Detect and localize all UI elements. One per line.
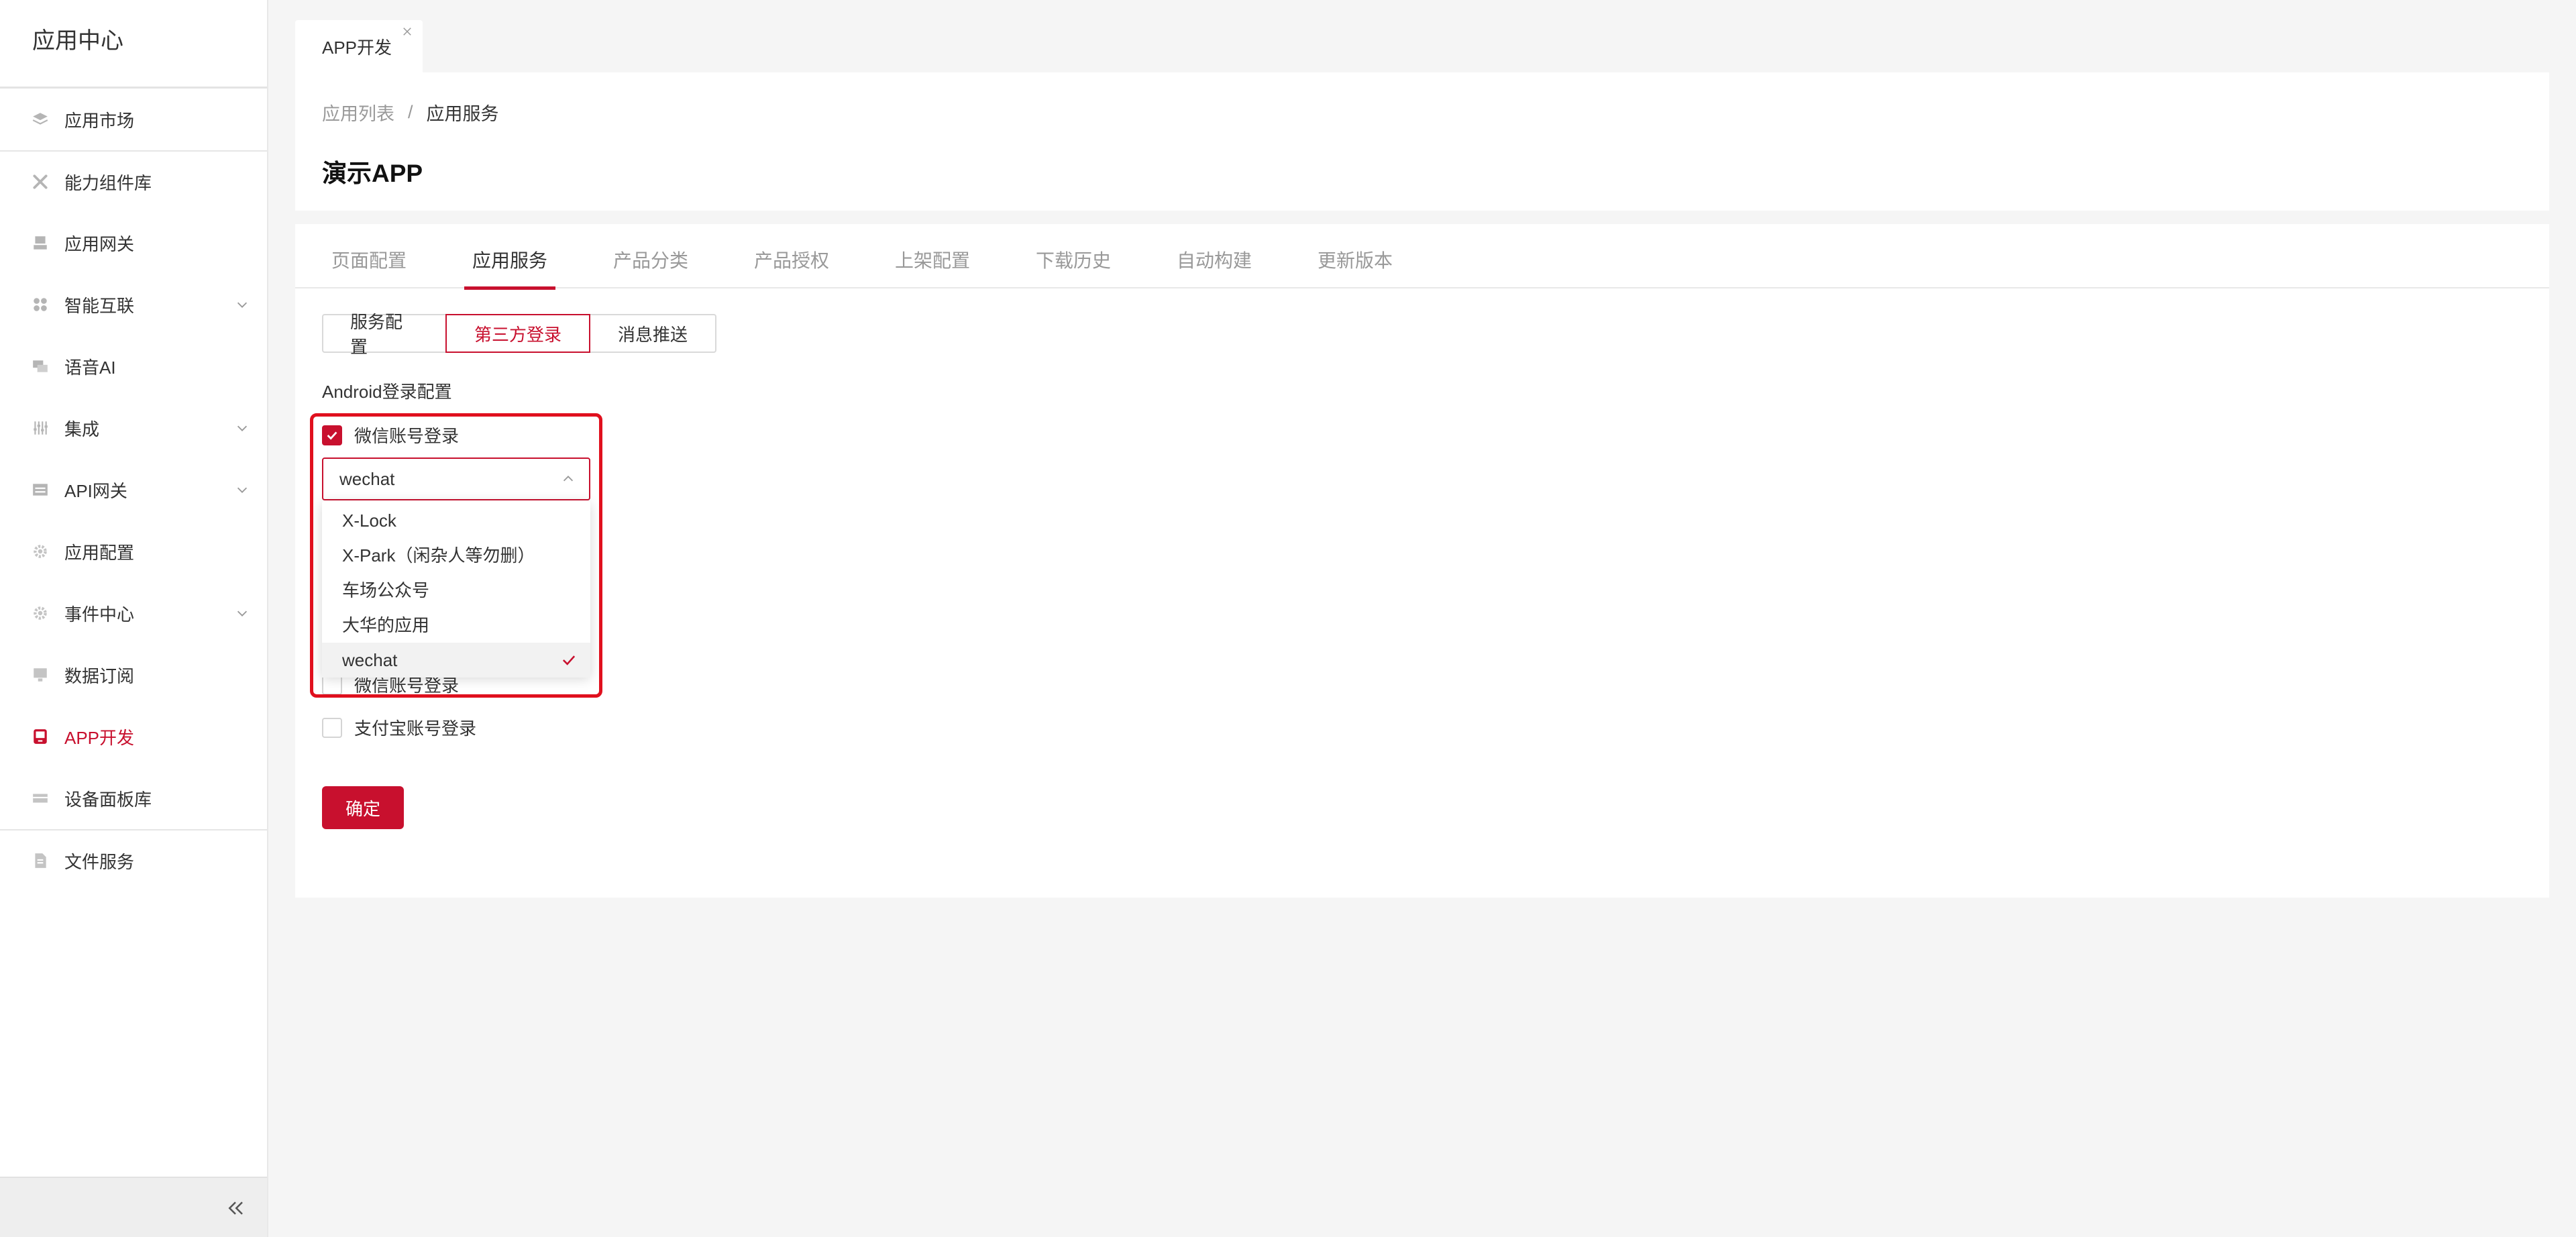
subtab-service-config[interactable]: 服务配置: [322, 312, 447, 357]
dropdown-option[interactable]: X-Park（闲杂人等勿删）: [322, 538, 590, 573]
tab-update-version[interactable]: 更新版本: [1312, 224, 1398, 288]
page-header: 应用列表 / 应用服务 演示APP: [295, 72, 2549, 211]
sidebar-footer: [0, 1177, 267, 1237]
tools-icon: [31, 172, 50, 191]
page-tab-label: APP开发: [322, 37, 392, 58]
sidebar-item-data-subscription[interactable]: 数据订阅: [0, 644, 267, 706]
sidebar-item-event-center[interactable]: 事件中心: [0, 582, 267, 644]
sidebar-item-file-service[interactable]: 文件服务: [0, 829, 267, 891]
sidebar-item-smart-link[interactable]: 智能互联: [0, 274, 267, 335]
double-chevron-left-icon[interactable]: [224, 1197, 247, 1220]
sidebar-item-app-config[interactable]: 应用配置: [0, 521, 267, 582]
sidebar-item-api-gateway[interactable]: API网关: [0, 459, 267, 521]
close-icon[interactable]: [400, 24, 415, 39]
layers-icon: [31, 110, 50, 129]
gear-icon: [31, 542, 50, 561]
subtab-push[interactable]: 消息推送: [589, 314, 716, 353]
wechat-app-select[interactable]: wechat: [322, 458, 590, 500]
tab-product-auth[interactable]: 产品授权: [749, 224, 835, 288]
chevron-down-icon: [237, 425, 248, 431]
check-icon: [327, 431, 337, 440]
sidebar-item-components[interactable]: 能力组件库: [0, 150, 267, 212]
tab-product-category[interactable]: 产品分类: [608, 224, 694, 288]
tab-download-history[interactable]: 下载历史: [1030, 224, 1116, 288]
breadcrumb-parent[interactable]: 应用列表: [322, 99, 394, 125]
chat-icon: [31, 357, 50, 376]
sidebar-item-integration[interactable]: 集成: [0, 397, 267, 459]
check-icon: [562, 655, 576, 665]
wechat-login-checkbox-row[interactable]: 微信账号登录: [322, 423, 459, 447]
breadcrumb: 应用列表 / 应用服务: [322, 99, 499, 125]
gateway-icon: [31, 233, 50, 252]
sidebar-menu: 应用市场 能力组件库 应用网关 智能互联 语音AI 集成 API网关 应用配置 …: [0, 89, 267, 891]
sidebar-title: 应用中心: [0, 0, 267, 89]
main-tabs: 页面配置 应用服务 产品分类 产品授权 上架配置 下载历史 自动构建 更新版本: [295, 224, 2549, 290]
sidebar-item-device-panels[interactable]: 设备面板库: [0, 767, 267, 829]
tab-page-config[interactable]: 页面配置: [326, 224, 412, 288]
dropdown-option-label: wechat: [342, 650, 398, 670]
alipay-login-checkbox[interactable]: [322, 717, 342, 738]
sidebar-item-app-market[interactable]: 应用市场: [0, 89, 267, 150]
wechat-login-checkbox-2[interactable]: [322, 674, 342, 695]
dropdown-option[interactable]: X-Lock: [322, 503, 590, 538]
sidebar-item-voice-ai[interactable]: 语音AI: [0, 335, 267, 397]
dropdown-option[interactable]: 大华的应用: [322, 608, 590, 643]
panel-icon: [31, 789, 50, 808]
chevron-down-icon: [237, 487, 248, 493]
dropdown-option-selected[interactable]: wechat: [322, 643, 590, 678]
breadcrumb-current: 应用服务: [426, 104, 499, 124]
select-dropdown: X-Lock X-Park（闲杂人等勿删） 车场公众号 大华的应用 wechat: [322, 500, 590, 678]
api-icon: [31, 480, 50, 499]
content-card: 页面配置 应用服务 产品分类 产品授权 上架配置 下载历史 自动构建 更新版本 …: [295, 224, 2549, 898]
monitor-icon: [31, 665, 50, 684]
wechat-login-label: 微信账号登录: [354, 426, 460, 446]
sidebar-item-gateway[interactable]: 应用网关: [0, 212, 267, 274]
app-icon: [31, 727, 50, 746]
sidebar-item-app-dev[interactable]: APP开发: [0, 706, 267, 767]
alipay-login-label: 支付宝账号登录: [354, 718, 477, 739]
page-tab-app-dev[interactable]: APP开发: [295, 20, 423, 72]
gear-icon: [31, 604, 50, 623]
alipay-login-checkbox-row[interactable]: 支付宝账号登录: [322, 715, 476, 740]
file-icon: [31, 851, 50, 870]
page-title: 演示APP: [322, 160, 423, 187]
tab-auto-build[interactable]: 自动构建: [1171, 224, 1257, 288]
tab-app-service[interactable]: 应用服务: [464, 224, 556, 290]
select-value: wechat: [339, 468, 395, 489]
breadcrumb-separator: /: [408, 102, 413, 122]
confirm-button[interactable]: 确定: [322, 786, 404, 829]
subtabs: 服务配置 第三方登录 消息推送: [322, 312, 716, 357]
section-label: Android登录配置: [322, 382, 452, 402]
grid-icon: [31, 295, 50, 314]
chevron-down-icon: [237, 302, 248, 308]
chevron-up-icon: [563, 476, 574, 482]
dropdown-option[interactable]: 车场公众号: [322, 573, 590, 608]
wechat-login-checkbox[interactable]: [322, 425, 342, 445]
tab-listing-config[interactable]: 上架配置: [890, 224, 975, 288]
sliders-icon: [31, 419, 50, 437]
chevron-down-icon: [237, 610, 248, 616]
subtab-third-party-login[interactable]: 第三方登录: [445, 314, 590, 353]
sidebar: 应用中心 应用市场 能力组件库 应用网关 智能互联 语音AI 集成 API网关 …: [0, 0, 268, 1237]
